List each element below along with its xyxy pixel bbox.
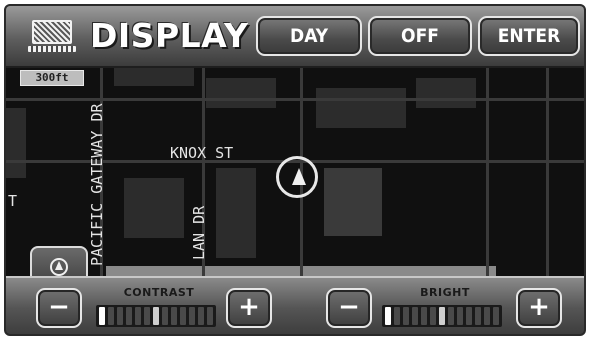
brightness-meter-segment [484, 307, 490, 325]
contrast-meter-segment [207, 307, 213, 325]
map-block [416, 78, 476, 108]
contrast-meter-segment [180, 307, 186, 325]
display-icon [28, 20, 76, 54]
brightness-meter-segment [412, 307, 418, 325]
contrast-meter-segment [108, 307, 114, 325]
map-block [324, 168, 382, 236]
contrast-meter-segment [117, 307, 123, 325]
contrast-meter-segment [135, 307, 141, 325]
display-screen: DISPLAY DAY OFF ENTER 300ft KNOX ST PACI… [4, 4, 586, 336]
map-block [216, 168, 256, 258]
adjust-panel: − CONTRAST + − BRIGHT + [6, 276, 584, 334]
contrast-increase-button[interactable]: + [226, 288, 272, 328]
contrast-meter-segment [171, 307, 177, 325]
street-label-lan: LAN DR [190, 205, 208, 260]
brightness-meter-segment [493, 307, 499, 325]
position-cursor-icon [276, 156, 318, 198]
brightness-meter [382, 305, 502, 327]
map-block [114, 68, 194, 86]
brightness-meter-segment [403, 307, 409, 325]
contrast-meter-segment [198, 307, 204, 325]
brightness-meter-segment [421, 307, 427, 325]
enter-button[interactable]: ENTER [478, 16, 580, 56]
brightness-meter-segment [394, 307, 400, 325]
brightness-meter-segment [448, 307, 454, 325]
off-button[interactable]: OFF [368, 16, 472, 56]
contrast-meter-segment [162, 307, 168, 325]
brightness-meter-segment [457, 307, 463, 325]
contrast-meter-segment [126, 307, 132, 325]
street-label-pacific: PACIFIC GATEWAY DR [88, 103, 106, 266]
north-arrow-icon [55, 261, 63, 270]
brightness-meter-segment [466, 307, 472, 325]
contrast-label: CONTRAST [123, 286, 195, 299]
brightness-decrease-button[interactable]: − [326, 288, 372, 328]
map-block [206, 78, 276, 108]
header-bar: DISPLAY DAY OFF ENTER [6, 6, 584, 68]
brightness-meter-segment [430, 307, 436, 325]
contrast-meter-segment [99, 307, 105, 325]
contrast-meter-segment [144, 307, 150, 325]
contrast-meter-segment [153, 307, 159, 325]
scale-badge: 300ft [20, 70, 84, 86]
brightness-label: BRIGHT [420, 286, 470, 299]
map-road [6, 98, 584, 101]
map-view[interactable]: 300ft KNOX ST PACIFIC GATEWAY DR LAN DR … [6, 68, 584, 286]
page-title: DISPLAY [90, 16, 249, 55]
day-button[interactable]: DAY [256, 16, 362, 56]
map-block [316, 88, 406, 128]
brightness-meter-segment [439, 307, 445, 325]
brightness-increase-button[interactable]: + [516, 288, 562, 328]
brightness-meter-segment [385, 307, 391, 325]
map-block [124, 178, 184, 238]
contrast-meter [96, 305, 216, 327]
contrast-meter-segment [189, 307, 195, 325]
brightness-meter-segment [475, 307, 481, 325]
contrast-decrease-button[interactable]: − [36, 288, 82, 328]
map-block [6, 108, 26, 178]
street-label-knox: KNOX ST [170, 144, 234, 162]
street-label-fragment: T [8, 192, 18, 210]
